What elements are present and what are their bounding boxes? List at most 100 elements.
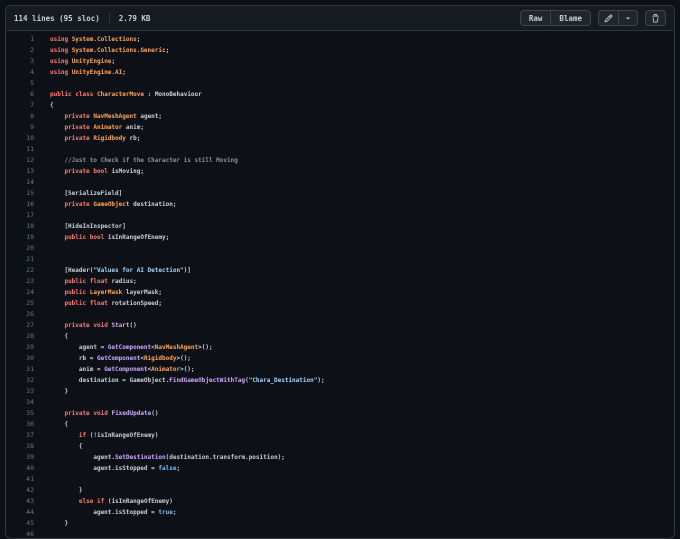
line-code: public bool isInRangeOfEnemy;	[64, 234, 170, 241]
code-line: 7{	[6, 100, 674, 111]
code-line: 1 using System.Collections;	[6, 34, 674, 45]
code-line: 13 private bool isMoving;	[6, 166, 674, 177]
line-code: {	[50, 333, 69, 340]
file-lines-count: 114 lines (95 sloc)	[14, 13, 100, 23]
code-line: 30 rb = GetComponent<Rigidbody>();	[6, 353, 674, 364]
code-line: 22 [Header("Values for AI Detection")]	[6, 265, 674, 276]
line-number[interactable]: 37	[6, 430, 34, 441]
line-code: {	[50, 443, 83, 450]
code-line: 5	[6, 78, 674, 89]
line-number[interactable]: 21	[6, 254, 34, 265]
line-code: destination = GameObject.FindGameObjectW…	[50, 377, 325, 384]
line-number[interactable]: 24	[6, 287, 34, 298]
file-box: 114 lines (95 sloc) 2.79 KB Raw Blame 1 …	[5, 5, 675, 539]
code-line: 23 public float radius;	[6, 276, 674, 287]
line-number[interactable]: 11	[6, 144, 34, 155]
line-number[interactable]: 8	[6, 111, 34, 122]
line-number[interactable]: 45	[6, 518, 34, 529]
line-number[interactable]: 3	[6, 56, 34, 67]
raw-blame-button-group: Raw Blame	[519, 10, 591, 26]
line-number[interactable]: 23	[6, 276, 34, 287]
line-number[interactable]: 4	[6, 67, 34, 78]
line-code: if (!isInRangeOfEnemy)	[78, 432, 159, 439]
line-number[interactable]: 33	[6, 386, 34, 397]
line-number[interactable]: 1	[6, 34, 34, 45]
line-code: [SerializeField]	[50, 190, 123, 197]
line-code: [Header("Values for AI Detection")]	[50, 267, 191, 274]
code-line: 39 agent.SetDestination(destination.tran…	[6, 452, 674, 463]
line-number[interactable]: 29	[6, 342, 34, 353]
code-line: 14	[6, 177, 674, 188]
code-line: 28 {	[6, 331, 674, 342]
line-code: using System.Collections.Generic;	[50, 47, 170, 54]
line-code: else if (isInRangeOfEnemy)	[78, 498, 173, 505]
line-code: private Rigidbody rb;	[64, 135, 141, 142]
code-line: 8 private NavMeshAgent agent;	[6, 111, 674, 122]
line-number[interactable]: 28	[6, 331, 34, 342]
code-line: 10 private Rigidbody rb;	[6, 133, 674, 144]
line-number[interactable]: 17	[6, 210, 34, 221]
code-line: 16 private GameObject destination;	[6, 199, 674, 210]
line-number[interactable]: 20	[6, 243, 34, 254]
line-number[interactable]: 22	[6, 265, 34, 276]
line-number[interactable]: 44	[6, 507, 34, 518]
line-number[interactable]: 38	[6, 441, 34, 452]
line-number[interactable]: 7	[6, 100, 34, 111]
line-number[interactable]: 27	[6, 320, 34, 331]
line-number[interactable]: 16	[6, 199, 34, 210]
code-line: 26	[6, 309, 674, 320]
line-number[interactable]: 19	[6, 232, 34, 243]
line-number[interactable]: 6	[6, 89, 34, 100]
code-line: 4 using UnityEngine.AI;	[6, 67, 674, 78]
line-number[interactable]: 36	[6, 419, 34, 430]
edit-dropdown-button[interactable]	[619, 10, 638, 26]
code-line: 31 anim = GetComponent<Animator>();	[6, 364, 674, 375]
edit-button-group	[598, 10, 638, 26]
line-code: private void FixedUpdate()	[64, 410, 159, 417]
line-code: [HideInInspector]	[50, 223, 126, 230]
blame-button[interactable]: Blame	[551, 10, 591, 26]
code-line: 34	[6, 397, 674, 408]
line-number[interactable]: 5	[6, 78, 34, 89]
line-number[interactable]: 12	[6, 155, 34, 166]
line-code: using UnityEngine.AI;	[50, 69, 126, 76]
line-code: private Animator anim;	[64, 124, 144, 131]
line-number[interactable]: 31	[6, 364, 34, 375]
line-number[interactable]: 30	[6, 353, 34, 364]
code-table: 1 using System.Collections; 2 using System.…	[6, 34, 674, 538]
line-code: using System.Collections;	[50, 36, 141, 43]
code-line: 38 {	[6, 441, 674, 452]
raw-button[interactable]: Raw	[519, 10, 552, 26]
code-line: 44 agent.isStopped = true;	[6, 507, 674, 518]
line-number[interactable]: 10	[6, 133, 34, 144]
code-line: 36 {	[6, 419, 674, 430]
file-actions: Raw Blame	[519, 10, 666, 26]
delete-file-button[interactable]	[645, 10, 666, 26]
line-number[interactable]: 40	[6, 463, 34, 474]
line-number[interactable]: 26	[6, 309, 34, 320]
line-number[interactable]: 2	[6, 45, 34, 56]
line-number[interactable]: 39	[6, 452, 34, 463]
code-line: 43 else if (isInRangeOfEnemy)	[6, 496, 674, 507]
line-number[interactable]: 34	[6, 397, 34, 408]
line-number[interactable]: 9	[6, 122, 34, 133]
line-number[interactable]: 41	[6, 474, 34, 485]
line-number[interactable]: 42	[6, 485, 34, 496]
code-area: 1 using System.Collections; 2 using System.…	[6, 31, 674, 538]
code-line: 33 }	[6, 386, 674, 397]
line-number[interactable]: 13	[6, 166, 34, 177]
edit-button[interactable]	[598, 10, 619, 26]
line-number[interactable]: 18	[6, 221, 34, 232]
line-number[interactable]: 25	[6, 298, 34, 309]
line-code: rb = GetComponent<Rigidbody>();	[50, 355, 191, 362]
line-number[interactable]: 14	[6, 177, 34, 188]
line-number[interactable]: 43	[6, 496, 34, 507]
line-number[interactable]: 15	[6, 188, 34, 199]
line-number[interactable]: 32	[6, 375, 34, 386]
line-code: agent.isStopped = true;	[50, 509, 177, 516]
line-number[interactable]: 46	[6, 529, 34, 538]
line-code: }	[50, 388, 69, 395]
line-code: {	[50, 421, 69, 428]
code-line: 17	[6, 210, 674, 221]
line-number[interactable]: 35	[6, 408, 34, 419]
